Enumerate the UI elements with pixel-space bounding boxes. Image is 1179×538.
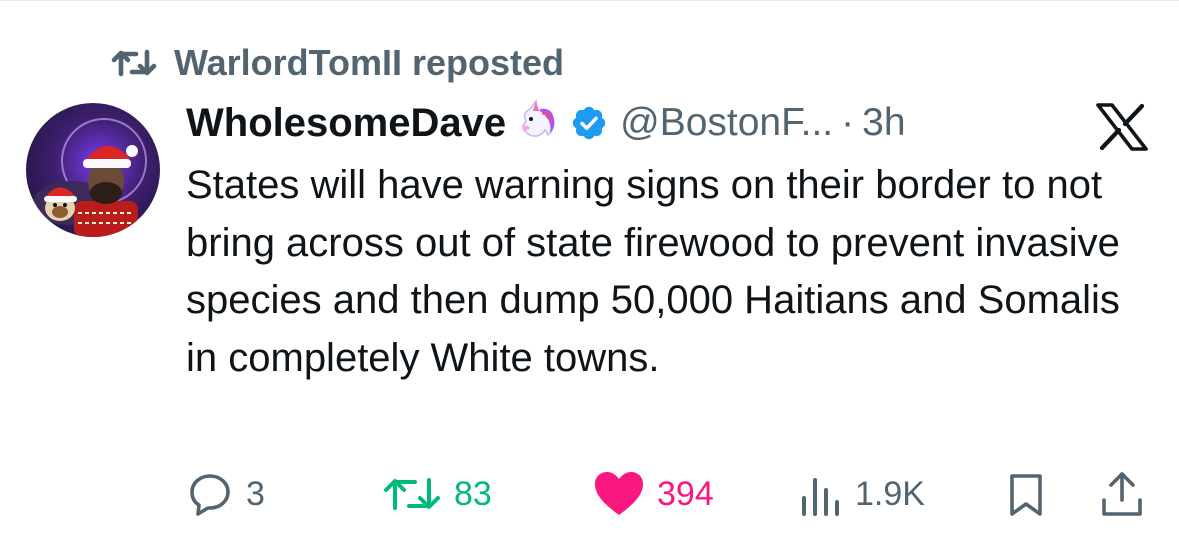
author-handle[interactable]: @BostonF... xyxy=(620,101,833,145)
views-button[interactable]: 1.9K xyxy=(799,468,925,520)
avatar-image xyxy=(33,118,147,237)
like-button[interactable]: 394 xyxy=(593,468,714,520)
tweet-text: States will have warning signs on their … xyxy=(186,163,1120,380)
repost-context: WarlordTomII reposted xyxy=(110,40,564,86)
bookmark-button[interactable] xyxy=(1004,468,1048,520)
like-count: 394 xyxy=(657,474,714,513)
tweet-header: WholesomeDave @BostonF... · 3h xyxy=(186,97,906,149)
repost-count: 83 xyxy=(454,474,492,513)
repost-icon xyxy=(384,478,440,510)
views-count: 1.9K xyxy=(855,474,925,513)
verified-badge-icon xyxy=(572,106,606,140)
unicorn-emoji-icon xyxy=(522,99,555,137)
avatar[interactable] xyxy=(26,103,160,237)
tweet-timestamp[interactable]: 3h xyxy=(862,101,905,145)
repost-button[interactable]: 83 xyxy=(382,468,492,520)
reply-button[interactable]: 3 xyxy=(186,468,265,520)
x-logo-icon xyxy=(1096,103,1148,151)
top-divider xyxy=(0,0,1179,1)
share-button[interactable] xyxy=(1098,468,1146,520)
reply-count: 3 xyxy=(246,474,265,513)
separator-dot: · xyxy=(841,101,855,144)
bookmark-icon xyxy=(1010,474,1042,516)
views-icon xyxy=(802,478,839,516)
like-icon xyxy=(595,472,643,515)
author-display-name[interactable]: WholesomeDave xyxy=(186,101,506,146)
repost-icon xyxy=(111,49,157,77)
reply-icon xyxy=(190,474,230,516)
share-icon xyxy=(1102,472,1142,516)
repost-label[interactable]: WarlordTomII reposted xyxy=(174,42,564,84)
